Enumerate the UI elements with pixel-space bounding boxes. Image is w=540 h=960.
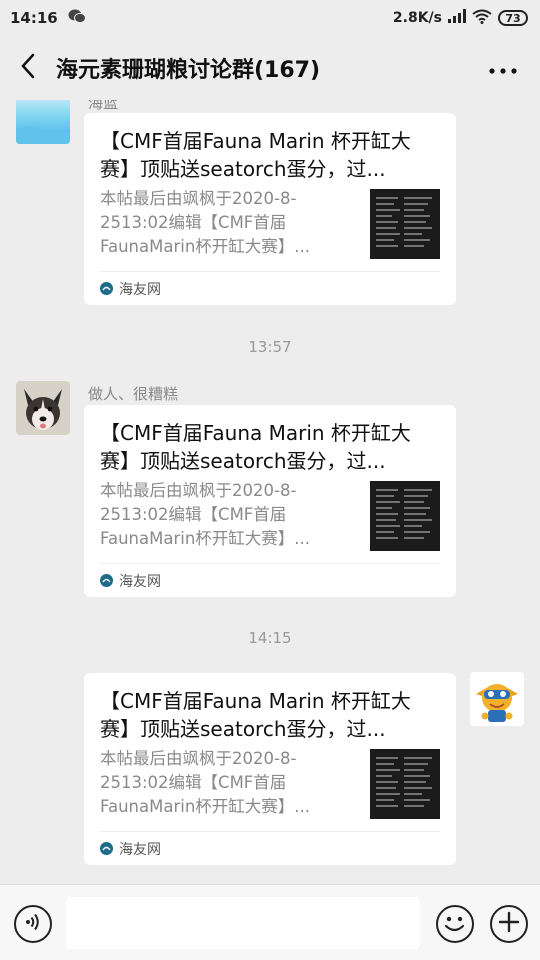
card-description: 本帖最后由飒枫于2020-8-2513:02编辑【CMF首届FaunaMarin…	[100, 749, 311, 816]
message-timestamp: 13:57	[248, 338, 292, 356]
card-thumbnail	[370, 749, 440, 819]
battery-indicator: 73	[498, 10, 528, 26]
link-card[interactable]: 【CMF首届Fauna Marin 杯开缸大赛】顶贴送seatorch蛋分，过.…	[84, 673, 456, 865]
sender-name: 海蓝	[88, 100, 119, 112]
more-dots-icon	[489, 59, 517, 78]
status-bar: 14:16 2.8K/s 73	[0, 0, 540, 36]
emoji-button[interactable]	[436, 905, 474, 943]
card-source: 海友网	[119, 573, 161, 590]
sender-name: 做人、很糟糕	[88, 385, 179, 403]
card-thumbnail	[370, 189, 440, 259]
card-title: 【CMF首届Fauna Marin 杯开缸大赛】顶贴送seatorch蛋分，过.…	[100, 129, 411, 181]
card-description: 本帖最后由飒枫于2020-8-2513:02编辑【CMF首届FaunaMarin…	[100, 481, 311, 548]
more-functions-button[interactable]	[490, 905, 528, 943]
chat-header: 海元素珊瑚粮讨论群(167)	[0, 36, 540, 100]
card-thumbnail	[370, 481, 440, 551]
chat-message-list[interactable]: 海蓝 【CMF首届Fauna Marin 杯开缸大赛】顶贴送seatorch蛋分…	[0, 100, 540, 884]
network-speed: 2.8K/s	[392, 10, 442, 26]
source-logo-icon	[100, 282, 113, 295]
voice-icon	[22, 911, 44, 937]
wechat-notification-icon	[68, 9, 86, 28]
message-input-bar	[0, 884, 540, 960]
status-time: 14:16	[10, 9, 58, 27]
chevron-left-icon	[20, 53, 36, 83]
signal-icon	[448, 9, 466, 27]
card-source: 海友网	[119, 281, 161, 298]
more-button[interactable]	[488, 56, 518, 80]
source-logo-icon	[100, 574, 113, 587]
plus-icon	[498, 911, 520, 937]
chat-title: 海元素珊瑚粮讨论群(167)	[56, 58, 321, 83]
voice-button[interactable]	[14, 905, 52, 943]
source-logo-icon	[100, 842, 113, 855]
avatar[interactable]	[470, 672, 524, 726]
message-input[interactable]	[66, 897, 420, 949]
wifi-icon	[472, 9, 492, 28]
link-card[interactable]: 【CMF首届Fauna Marin 杯开缸大赛】顶贴送seatorch蛋分，过.…	[84, 405, 456, 597]
message-timestamp: 14:15	[248, 629, 292, 647]
card-source: 海友网	[119, 841, 161, 858]
emoji-icon	[438, 916, 471, 944]
back-button[interactable]	[0, 36, 56, 100]
avatar[interactable]	[16, 381, 70, 435]
avatar[interactable]	[16, 100, 70, 144]
card-title: 【CMF首届Fauna Marin 杯开缸大赛】顶贴送seatorch蛋分，过.…	[100, 421, 411, 473]
card-description: 本帖最后由飒枫于2020-8-2513:02编辑【CMF首届FaunaMarin…	[100, 189, 311, 256]
link-card[interactable]: 【CMF首届Fauna Marin 杯开缸大赛】顶贴送seatorch蛋分，过.…	[84, 113, 456, 305]
card-title: 【CMF首届Fauna Marin 杯开缸大赛】顶贴送seatorch蛋分，过.…	[100, 689, 411, 741]
